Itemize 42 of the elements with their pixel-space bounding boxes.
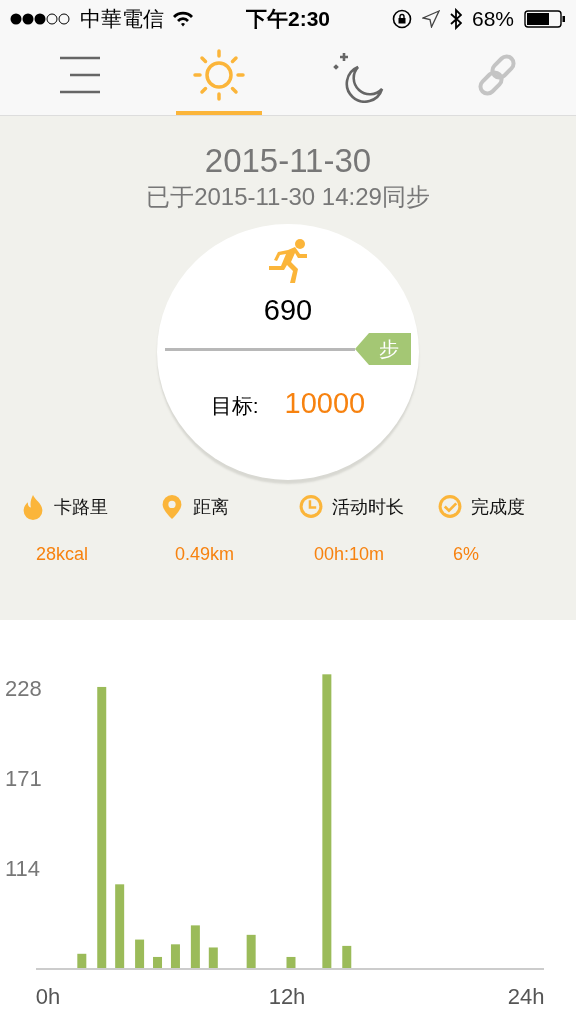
bar [135,939,145,968]
carrier-name: 中華電信 [80,6,164,32]
stat-value: 00h:10m [313,544,386,565]
sun-icon [191,47,246,102]
goal-label: 目标: [210,393,259,419]
step-count: 690 [263,294,313,327]
unit-tag: 步 [355,333,411,365]
bar [77,953,87,968]
stat-label: 活动时长 [332,496,404,519]
bar [208,947,218,968]
stat-label: 距离 [193,496,229,519]
goal-value: 10000 [284,387,366,420]
bar [153,956,162,968]
battery-icon [524,10,566,28]
clock-icon [298,494,324,520]
bar [286,956,296,968]
stat-value: 0.49km [174,544,236,565]
stat-value: 6% [452,544,480,565]
y-tick-label: 228 [5,675,42,701]
bluetooth-icon [449,8,462,30]
bar [170,944,180,968]
stat-label: 完成度 [471,496,525,519]
x-tick-label: 24h [507,984,545,1009]
bar [342,945,352,968]
menu-icon [57,54,102,95]
battery-percent: 68% [471,7,514,31]
bar [246,934,256,968]
x-tick-label: 0h [35,984,61,1009]
clock-time: 下午2:30 [246,6,330,32]
check-circle-icon [437,494,463,520]
location-arrow-icon [421,10,440,28]
signal-icon [10,12,72,26]
y-tick-label: 171 [5,765,42,791]
date-title: 2015-11-30 [204,141,372,181]
x-tick-label: 12h [268,984,306,1009]
wifi-icon [172,11,194,27]
y-tick-label: 114 [5,855,41,881]
stat-label: 卡路里 [54,496,108,519]
bar [190,925,200,968]
stat-value: 28kcal [35,544,90,565]
sync-status: 已于2015-11-30 14:29同步 [146,182,430,212]
rotation-lock-icon [391,9,412,29]
